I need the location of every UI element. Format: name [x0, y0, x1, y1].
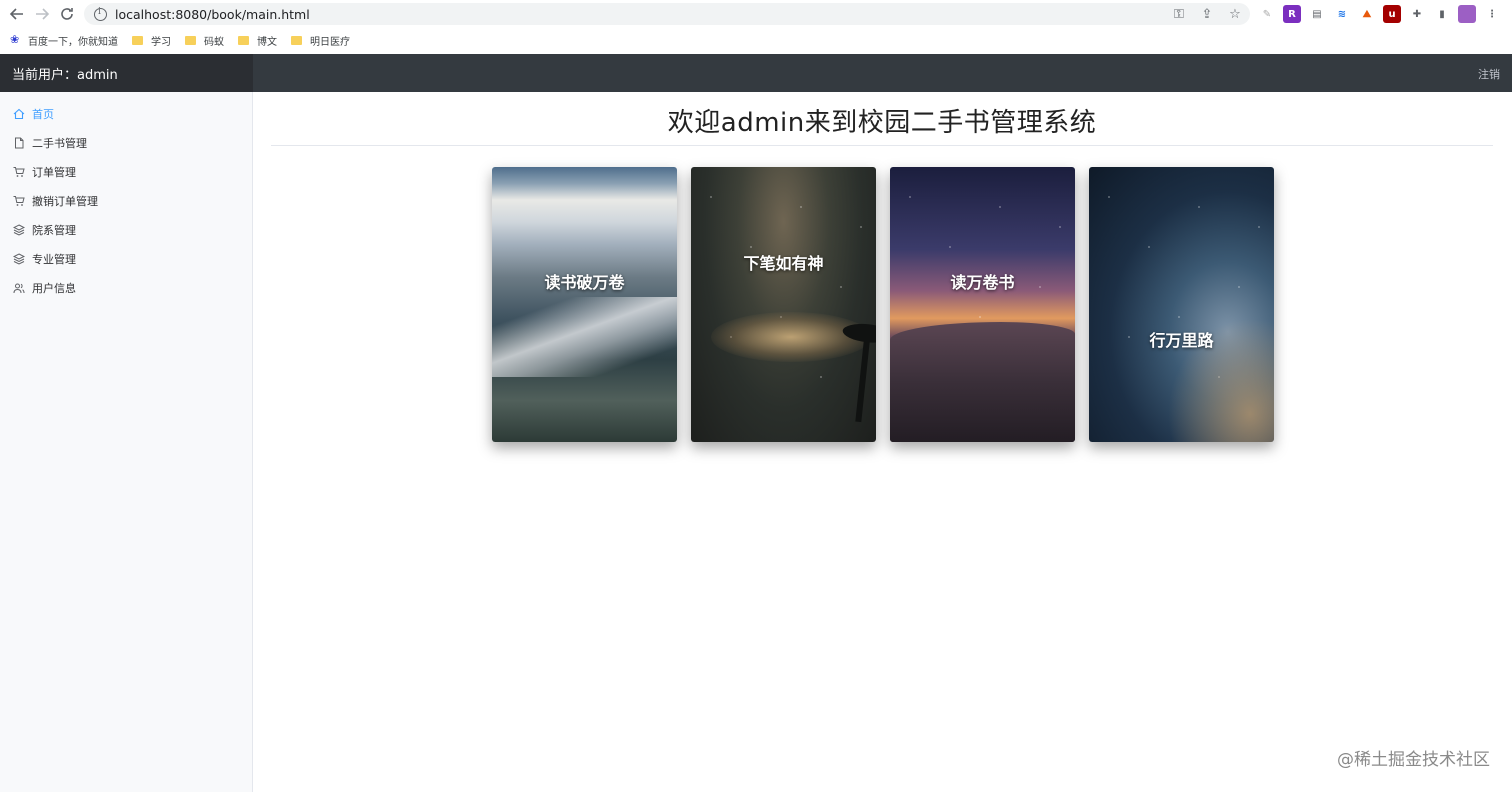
sidebar-item-label: 二手书管理 [32, 136, 87, 150]
side-panel-icon[interactable]: ▮ [1433, 5, 1451, 23]
forward-arrow-icon[interactable] [32, 4, 52, 24]
back-arrow-icon[interactable] [7, 4, 27, 24]
app-header: 当前用户：admin 注销 [0, 54, 1512, 92]
sidebar-item-books[interactable]: 二手书管理 [0, 128, 252, 157]
share-icon[interactable]: ⇪ [1198, 5, 1216, 23]
folder-icon [291, 35, 302, 45]
cart-icon [12, 165, 26, 179]
extension-layers-icon[interactable]: ≋ [1333, 5, 1351, 23]
dune-image [890, 322, 1075, 442]
sidebar-item-label: 首页 [32, 107, 54, 121]
card-gallery: 读书破万卷 下笔如有神 读万卷书 行万里路 [492, 167, 1274, 442]
card-title: 行万里路 [1149, 331, 1214, 350]
home-icon [12, 107, 26, 121]
card-galaxy[interactable]: 行万里路 [1089, 167, 1274, 442]
sidebar-item-label: 专业管理 [32, 252, 76, 266]
sidebar-menu: 首页 二手书管理 订单管理 撤销订单管理 院系管理 专业管理 用户信息 [0, 92, 253, 792]
card-desert-sunset[interactable]: 读万卷书 [890, 167, 1075, 442]
sidebar-item-label: 撤销订单管理 [32, 194, 98, 208]
watermark-text: @稀土掘金技术社区 [1337, 750, 1490, 770]
sidebar-item-cancel-orders[interactable]: 撤销订单管理 [0, 186, 252, 215]
extension-rss-icon[interactable]: R [1283, 5, 1301, 23]
card-night-palm[interactable]: 下笔如有神 [691, 167, 876, 442]
extension-shield-icon[interactable]: u [1383, 5, 1401, 23]
reload-icon[interactable] [57, 4, 77, 24]
logout-link[interactable]: 注销 [1478, 66, 1500, 82]
card-title: 读万卷书 [950, 273, 1015, 292]
bookmark-bowen[interactable]: 博文 [238, 33, 277, 48]
card-mountain[interactable]: 读书破万卷 [492, 167, 677, 442]
key-icon[interactable]: ⚿ [1170, 5, 1188, 23]
sidebar-item-label: 院系管理 [32, 223, 76, 237]
layers-icon [12, 223, 26, 237]
extension-a-icon[interactable]: ⛰ [1358, 5, 1376, 23]
more-menu-icon[interactable]: ⋮ [1483, 5, 1501, 23]
sidebar-item-label: 订单管理 [32, 165, 76, 179]
sidebar-item-users[interactable]: 用户信息 [0, 273, 252, 302]
page-title: 欢迎admin来到校园二手书管理系统 [271, 102, 1493, 146]
star-icon[interactable]: ☆ [1226, 5, 1244, 23]
extensions-puzzle-icon[interactable]: ✚ [1408, 5, 1426, 23]
extension-pen-icon[interactable]: ✎ [1258, 5, 1276, 23]
sidebar-item-home[interactable]: 首页 [0, 99, 252, 128]
profile-avatar-icon[interactable] [1458, 5, 1476, 23]
sidebar-item-departments[interactable]: 院系管理 [0, 215, 252, 244]
bookmark-mayi[interactable]: 码蚁 [185, 33, 224, 48]
stars-image [691, 167, 876, 442]
folder-icon [132, 35, 143, 45]
mountain-image [492, 297, 677, 377]
folder-icon [185, 35, 196, 45]
cart-icon [12, 194, 26, 208]
top-nav-bar: 注销 [253, 54, 1512, 92]
bookmarks-bar: ❀ 百度一下，你就知道 学习 码蚁 博文 明日医疗 [0, 28, 1512, 52]
card-title: 读书破万卷 [544, 273, 625, 292]
card-title: 下笔如有神 [743, 254, 824, 273]
site-info-icon[interactable] [94, 7, 107, 21]
bookmark-baidu[interactable]: ❀ 百度一下，你就知道 [10, 33, 118, 48]
url-text[interactable]: localhost:8080/book/main.html [115, 7, 310, 22]
address-bar[interactable]: localhost:8080/book/main.html ⚿ ⇪ ☆ [84, 3, 1250, 25]
layers-icon [12, 252, 26, 266]
bookmark-mingri[interactable]: 明日医疗 [291, 33, 350, 48]
browser-toolbar: localhost:8080/book/main.html ⚿ ⇪ ☆ ✎ R … [0, 0, 1512, 28]
sidebar-item-majors[interactable]: 专业管理 [0, 244, 252, 273]
bookmark-xuexi[interactable]: 学习 [132, 33, 171, 48]
current-user-label: 当前用户：admin [0, 54, 253, 92]
baidu-paw-icon: ❀ [10, 33, 20, 46]
sidebar-item-label: 用户信息 [32, 281, 76, 295]
main-content: 欢迎admin来到校园二手书管理系统 读书破万卷 下笔如有神 读万卷书 行万里路 [253, 92, 1512, 792]
milky-way-image [1154, 302, 1274, 442]
document-icon [12, 136, 26, 150]
users-icon [12, 281, 26, 295]
folder-icon [238, 35, 249, 45]
extension-store-icon[interactable]: ▤ [1308, 5, 1326, 23]
sidebar-item-orders[interactable]: 订单管理 [0, 157, 252, 186]
